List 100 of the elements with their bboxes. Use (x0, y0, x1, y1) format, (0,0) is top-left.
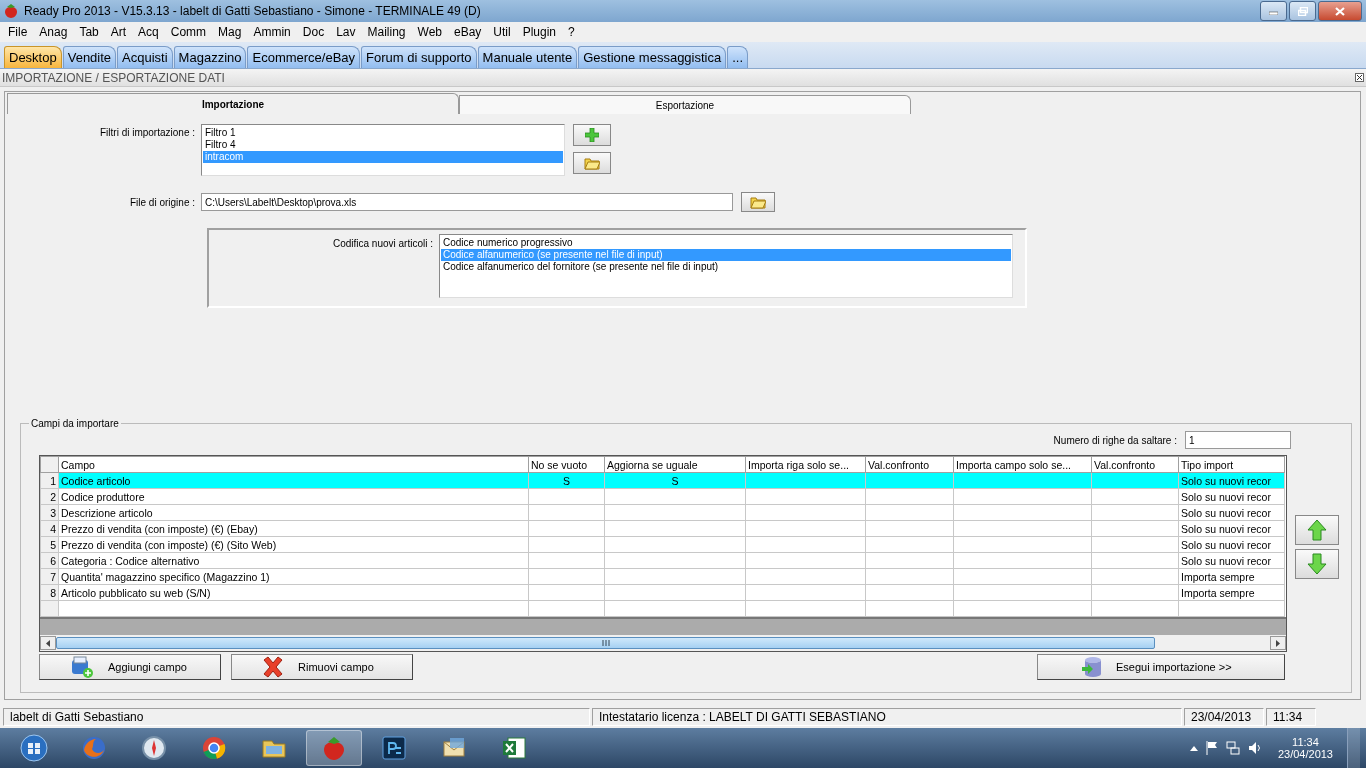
start-button[interactable] (20, 734, 48, 762)
file-path-field[interactable]: C:\Users\Labelt\Desktop\prova.xls (201, 193, 733, 211)
spreadsheet-icon[interactable] (500, 734, 528, 762)
table-cell: Descrizione articolo (61, 506, 153, 519)
document-tab[interactable]: Acquisti (117, 46, 173, 68)
table-cell: Importa sempre (1181, 586, 1255, 599)
menu-item[interactable]: Ammin (248, 25, 298, 39)
horizontal-scrollbar[interactable] (40, 635, 1286, 651)
menu-item[interactable]: Comm (165, 25, 214, 39)
document-tab[interactable]: Ecommerce/eBay (247, 46, 361, 68)
skip-rows-field[interactable]: 1 (1185, 431, 1291, 449)
document-tab[interactable]: Desktop (4, 46, 62, 68)
panel-tab[interactable]: Importazione (7, 93, 459, 114)
column-header[interactable]: No se vuoto (528, 456, 605, 473)
column-header[interactable]: Tipo import (1178, 456, 1285, 473)
close-button[interactable] (1318, 1, 1362, 21)
column-header[interactable]: Val.confronto (1091, 456, 1179, 473)
menu-item[interactable]: eBay (449, 25, 489, 39)
coding-list[interactable]: Codice numerico progressivo Codice alfanumerico (se presente nel file di input) Codice alfanumerico del fornitore (se presente nel file di input) (439, 234, 1013, 298)
cross-icon (262, 656, 284, 678)
list-item[interactable]: Codice numerico progressivo (441, 237, 1011, 249)
table-cell: Solo su nuovi recor (1181, 538, 1271, 551)
document-tab[interactable]: ... (727, 46, 749, 68)
list-item[interactable]: Filtro 1 (203, 127, 563, 139)
status-user: labelt di Gatti Sebastiano (3, 708, 590, 726)
close-icon[interactable] (1355, 73, 1364, 82)
table-cell: S (671, 474, 679, 487)
right-arrow-icon (1276, 639, 1280, 647)
add-field-button[interactable]: Aggiungi campo (39, 654, 221, 680)
table-cell: Importa sempre (1181, 570, 1255, 583)
table-cell: Solo su nuovi recor (1181, 474, 1271, 487)
table-cell: Codice produttore (61, 490, 145, 503)
column-header[interactable]: Importa campo solo se... (953, 456, 1092, 473)
table-cell: Solo su nuovi recor (1181, 506, 1271, 519)
add-filter-button[interactable] (573, 124, 611, 146)
strawberry-icon (4, 3, 18, 19)
table-cell: Prezzo di vendita (con imposte) (€) (Ebay) (61, 522, 258, 535)
menu-item[interactable]: ? (563, 25, 582, 39)
open-filter-button[interactable] (573, 152, 611, 174)
column-header[interactable]: Importa riga solo se... (745, 456, 866, 473)
run-import-button[interactable]: Esegui importazione >> (1037, 654, 1285, 680)
field-label: File di origine : (128, 196, 196, 208)
table-cell: Articolo pubblicato su web (S/N) (61, 586, 211, 599)
menu-item[interactable]: Util (488, 25, 518, 39)
left-arrow-icon (46, 639, 50, 647)
maximize-button[interactable] (1289, 1, 1316, 21)
folder-icon (750, 194, 766, 210)
menu-item[interactable]: File (3, 25, 35, 39)
menu-item[interactable]: Plugin (517, 25, 564, 39)
caret-up-icon[interactable] (1189, 745, 1198, 751)
menu-item[interactable]: Lav (331, 25, 363, 39)
document-tab[interactable]: Magazzino (173, 46, 247, 68)
field-label: Filtri di importazione : (98, 126, 196, 138)
panel-tab[interactable]: Esportazione (459, 95, 911, 114)
minimize-button[interactable] (1260, 1, 1287, 21)
menu-item[interactable]: Tab (74, 25, 106, 39)
menu-item[interactable]: Art (105, 25, 134, 39)
remove-field-button[interactable]: Rimuovi campo (231, 654, 413, 680)
menu-item[interactable]: Anag (34, 25, 75, 39)
table-cell: Solo su nuovi recor (1181, 522, 1271, 535)
grip-icon (601, 640, 610, 646)
status-date: 23/04/2013 (1184, 708, 1264, 726)
menu-item[interactable]: Mag (213, 25, 249, 39)
table-cell: Quantita' magazzino specifico (Magazzino 1) (61, 570, 270, 583)
column-header[interactable]: Val.confronto (865, 456, 954, 473)
restore-icon (1297, 6, 1308, 16)
column-header[interactable]: Aggiorna se uguale (604, 456, 746, 473)
flag-icon[interactable] (1205, 741, 1218, 755)
up-arrow-icon (1307, 519, 1327, 541)
plus-icon (585, 128, 599, 142)
clock-time: 11:34 (1292, 736, 1319, 748)
document-tab[interactable]: Forum di supporto (361, 46, 477, 68)
table-cell: Categoria : Codice alternativo (61, 554, 200, 567)
document-tab[interactable]: Gestione messaggistica (578, 46, 727, 68)
menu-item[interactable]: Mailing (362, 25, 413, 39)
move-down-button[interactable] (1295, 549, 1339, 579)
menu-item[interactable]: Acq (133, 25, 166, 39)
browse-button[interactable] (741, 192, 775, 212)
column-header[interactable]: Campo (58, 456, 529, 473)
field-label: Codifica nuovi articoli : (331, 237, 434, 251)
status-license: Intestatario licenza : LABELT DI GATTI SEBASTIANO (592, 708, 1182, 726)
compass-icon[interactable] (140, 734, 168, 762)
move-up-button[interactable] (1295, 515, 1339, 545)
database-icon (1082, 656, 1102, 678)
menu-item[interactable]: Web (412, 25, 449, 39)
folder-icon (584, 155, 600, 171)
window-title: Ready Pro 2013 - V15.3.13 - labelt di Gatti Sebastiano - Simone - TERMINALE 49 (D) (24, 4, 482, 18)
document-tab[interactable]: Manuale utente (477, 46, 578, 68)
network-icon[interactable] (1225, 741, 1240, 755)
speaker-icon[interactable] (1247, 741, 1262, 755)
document-tab[interactable]: Vendite (62, 46, 117, 68)
close-icon (1335, 6, 1345, 16)
clock-date: 23/04/2013 (1277, 748, 1333, 760)
filter-list[interactable]: Filtro 1 Filtro 4 intracom (201, 124, 565, 176)
list-item[interactable]: Filtro 4 (203, 139, 563, 151)
table-cell: Solo su nuovi recor (1181, 554, 1271, 567)
list-item[interactable]: Codice alfanumerico del fornitore (se presente nel file di input) (441, 261, 1011, 273)
table-cell: S (563, 474, 570, 487)
menu-item[interactable]: Doc (297, 25, 332, 39)
add-field-icon (70, 656, 94, 678)
